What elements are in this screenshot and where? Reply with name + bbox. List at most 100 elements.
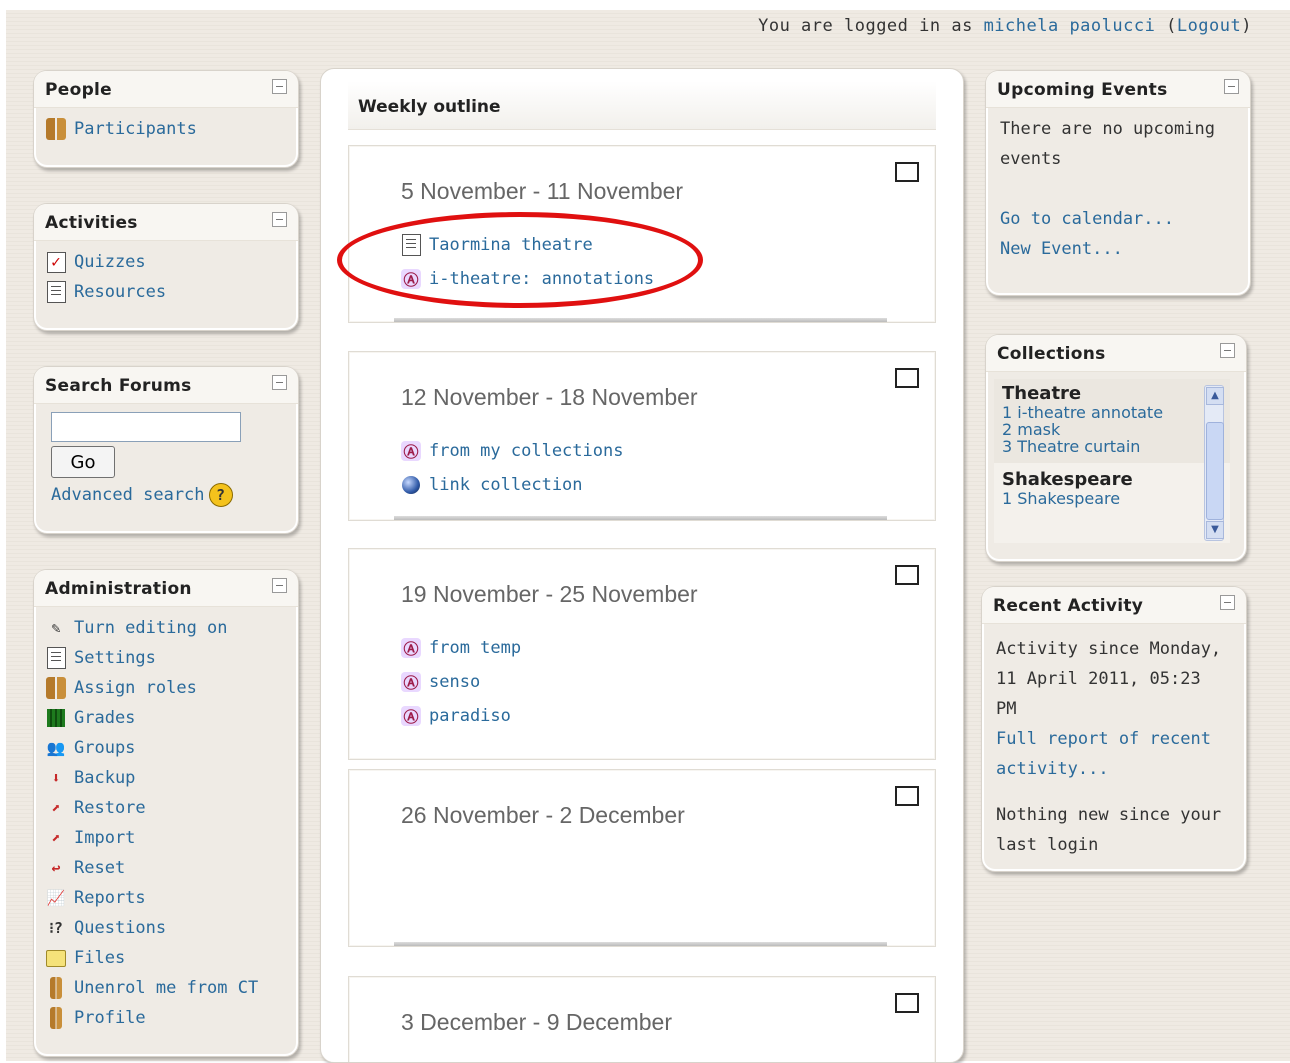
collapse-icon[interactable] bbox=[1220, 343, 1235, 358]
quizzes-link[interactable]: Quizzes bbox=[74, 252, 146, 272]
admin-item-backup[interactable]: ⬇ Backup bbox=[46, 763, 286, 793]
recent-activity-block-header: Recent Activity bbox=[982, 587, 1246, 624]
collection-item[interactable]: 1 i-theatre annotate bbox=[1002, 404, 1222, 421]
scroll-thumb[interactable] bbox=[1206, 422, 1224, 520]
activity-link[interactable]: Taormina theatre bbox=[429, 235, 593, 255]
logout-link[interactable]: Logout bbox=[1177, 16, 1241, 36]
activities-item-resources[interactable]: Resources bbox=[46, 277, 286, 307]
people-block-header: People bbox=[34, 71, 298, 108]
admin-item-grades[interactable]: Grades bbox=[46, 703, 286, 733]
admin-item-label[interactable]: Unenrol me from CT bbox=[74, 978, 258, 998]
annotation-icon: Ⓐ bbox=[401, 705, 421, 727]
upcoming-events-block-header: Upcoming Events bbox=[986, 71, 1250, 108]
admin-item-label[interactable]: Grades bbox=[74, 708, 135, 728]
admin-item-profile[interactable]: Profile bbox=[46, 1003, 286, 1033]
annotation-icon: Ⓐ bbox=[401, 268, 421, 290]
reset-icon: ↩ bbox=[51, 859, 61, 877]
admin-item-label[interactable]: Turn editing on bbox=[74, 618, 228, 638]
advanced-search-link[interactable]: Advanced search bbox=[51, 485, 205, 505]
admin-item-groups[interactable]: 👥 Groups bbox=[46, 733, 286, 763]
activity-link[interactable]: from temp bbox=[429, 638, 521, 658]
admin-item-turn-editing[interactable]: ✎ Turn editing on bbox=[46, 613, 286, 643]
week-toggle-box[interactable] bbox=[895, 786, 919, 806]
weekly-outline-header: Weekly outline bbox=[348, 81, 936, 130]
annotation-icon: Ⓐ bbox=[401, 440, 421, 462]
week-toggle-box[interactable] bbox=[895, 565, 919, 585]
recent-activity-block: Recent Activity Activity since Monday, 1… bbox=[981, 586, 1247, 872]
collection-item[interactable]: 3 Theatre curtain bbox=[1002, 438, 1222, 455]
scroll-up-icon[interactable]: ▲ bbox=[1206, 387, 1224, 405]
activity-item[interactable]: link collection bbox=[401, 468, 623, 502]
search-forums-block-body: Go Advanced search ? bbox=[34, 404, 298, 512]
collection-item[interactable]: 2 mask bbox=[1002, 421, 1222, 438]
admin-item-label[interactable]: Profile bbox=[74, 1008, 146, 1028]
activity-link[interactable]: from my collections bbox=[429, 441, 623, 461]
collections-block: Collections Theatre 1 i-theatre annotate… bbox=[985, 334, 1247, 562]
admin-item-label[interactable]: Reset bbox=[74, 858, 125, 878]
collapse-icon[interactable] bbox=[272, 578, 287, 593]
collection-item[interactable]: 1 Shakespeare bbox=[1002, 490, 1222, 507]
activity-item[interactable]: Ⓐ from temp bbox=[401, 631, 521, 665]
week-toggle-box[interactable] bbox=[895, 368, 919, 388]
admin-item-settings[interactable]: Settings bbox=[46, 643, 286, 673]
annotation-icon: Ⓐ bbox=[401, 671, 421, 693]
logout-open-paren: ( bbox=[1166, 16, 1177, 36]
import-icon: ⬈ bbox=[51, 829, 61, 847]
admin-item-label[interactable]: Import bbox=[74, 828, 135, 848]
user-name-link[interactable]: michela paolucci bbox=[984, 16, 1156, 36]
login-info: You are logged in as michela paolucci (L… bbox=[758, 16, 1252, 36]
admin-item-label[interactable]: Assign roles bbox=[74, 678, 197, 698]
search-forums-block-title: Search Forums bbox=[45, 376, 192, 396]
admin-item-label[interactable]: Restore bbox=[74, 798, 146, 818]
collapse-icon[interactable] bbox=[272, 212, 287, 227]
admin-item-label[interactable]: Questions bbox=[74, 918, 166, 938]
admin-item-label[interactable]: Settings bbox=[74, 648, 156, 668]
activity-item[interactable]: Ⓐ from my collections bbox=[401, 434, 623, 468]
admin-item-questions[interactable]: ⁝? Questions bbox=[46, 913, 286, 943]
search-forums-input[interactable] bbox=[51, 412, 241, 442]
week-toggle-box[interactable] bbox=[895, 162, 919, 182]
calendar-link[interactable]: Go to calendar... bbox=[1000, 204, 1236, 234]
full-report-link[interactable]: Full report of recent activity... bbox=[996, 724, 1216, 784]
admin-item-label[interactable]: Files bbox=[74, 948, 125, 968]
weekly-outline-panel: Weekly outline 5 November - 11 November … bbox=[320, 68, 964, 1063]
activities-block-body: ✓ Quizzes Resources bbox=[34, 241, 298, 315]
participants-link[interactable]: Participants bbox=[74, 119, 197, 139]
admin-item-unenrol[interactable]: Unenrol me from CT bbox=[46, 973, 286, 1003]
people-item-participants[interactable]: Participants bbox=[46, 114, 286, 144]
activity-item[interactable]: Ⓐ paradiso bbox=[401, 699, 521, 733]
help-icon[interactable]: ? bbox=[208, 483, 233, 507]
go-button[interactable]: Go bbox=[51, 446, 115, 478]
activity-item[interactable]: Ⓐ senso bbox=[401, 665, 521, 699]
admin-item-assign-roles[interactable]: Assign roles bbox=[46, 673, 286, 703]
activity-link[interactable]: i-theatre: annotations bbox=[429, 269, 654, 289]
admin-item-reports[interactable]: 📈 Reports bbox=[46, 883, 286, 913]
restore-icon: ⬈ bbox=[51, 799, 61, 817]
collapse-icon[interactable] bbox=[1220, 595, 1235, 610]
admin-item-label[interactable]: Reports bbox=[74, 888, 146, 908]
activity-item[interactable]: Taormina theatre bbox=[401, 228, 654, 262]
admin-item-import[interactable]: ⬈ Import bbox=[46, 823, 286, 853]
collapse-icon[interactable] bbox=[272, 375, 287, 390]
collections-block-header: Collections bbox=[986, 335, 1246, 372]
resources-link[interactable]: Resources bbox=[74, 282, 166, 302]
activities-item-quizzes[interactable]: ✓ Quizzes bbox=[46, 247, 286, 277]
activities-block: Activities ✓ Quizzes Resources bbox=[33, 203, 299, 331]
admin-item-label[interactable]: Backup bbox=[74, 768, 135, 788]
new-event-link[interactable]: New Event... bbox=[1000, 234, 1236, 264]
admin-item-restore[interactable]: ⬈ Restore bbox=[46, 793, 286, 823]
activity-link[interactable]: senso bbox=[429, 672, 480, 692]
activity-link[interactable]: paradiso bbox=[429, 706, 511, 726]
week-toggle-box[interactable] bbox=[895, 993, 919, 1013]
admin-item-label[interactable]: Groups bbox=[74, 738, 135, 758]
collapse-icon[interactable] bbox=[1224, 79, 1239, 94]
admin-item-reset[interactable]: ↩ Reset bbox=[46, 853, 286, 883]
activity-link[interactable]: link collection bbox=[429, 475, 583, 495]
collapse-icon[interactable] bbox=[272, 79, 287, 94]
scroll-down-icon[interactable]: ▼ bbox=[1206, 521, 1224, 539]
activity-item[interactable]: Ⓐ i-theatre: annotations bbox=[401, 262, 654, 296]
admin-item-files[interactable]: Files bbox=[46, 943, 286, 973]
resource-icon bbox=[46, 281, 66, 303]
collections-scrollbar[interactable]: ▲ ▼ bbox=[1204, 385, 1224, 541]
